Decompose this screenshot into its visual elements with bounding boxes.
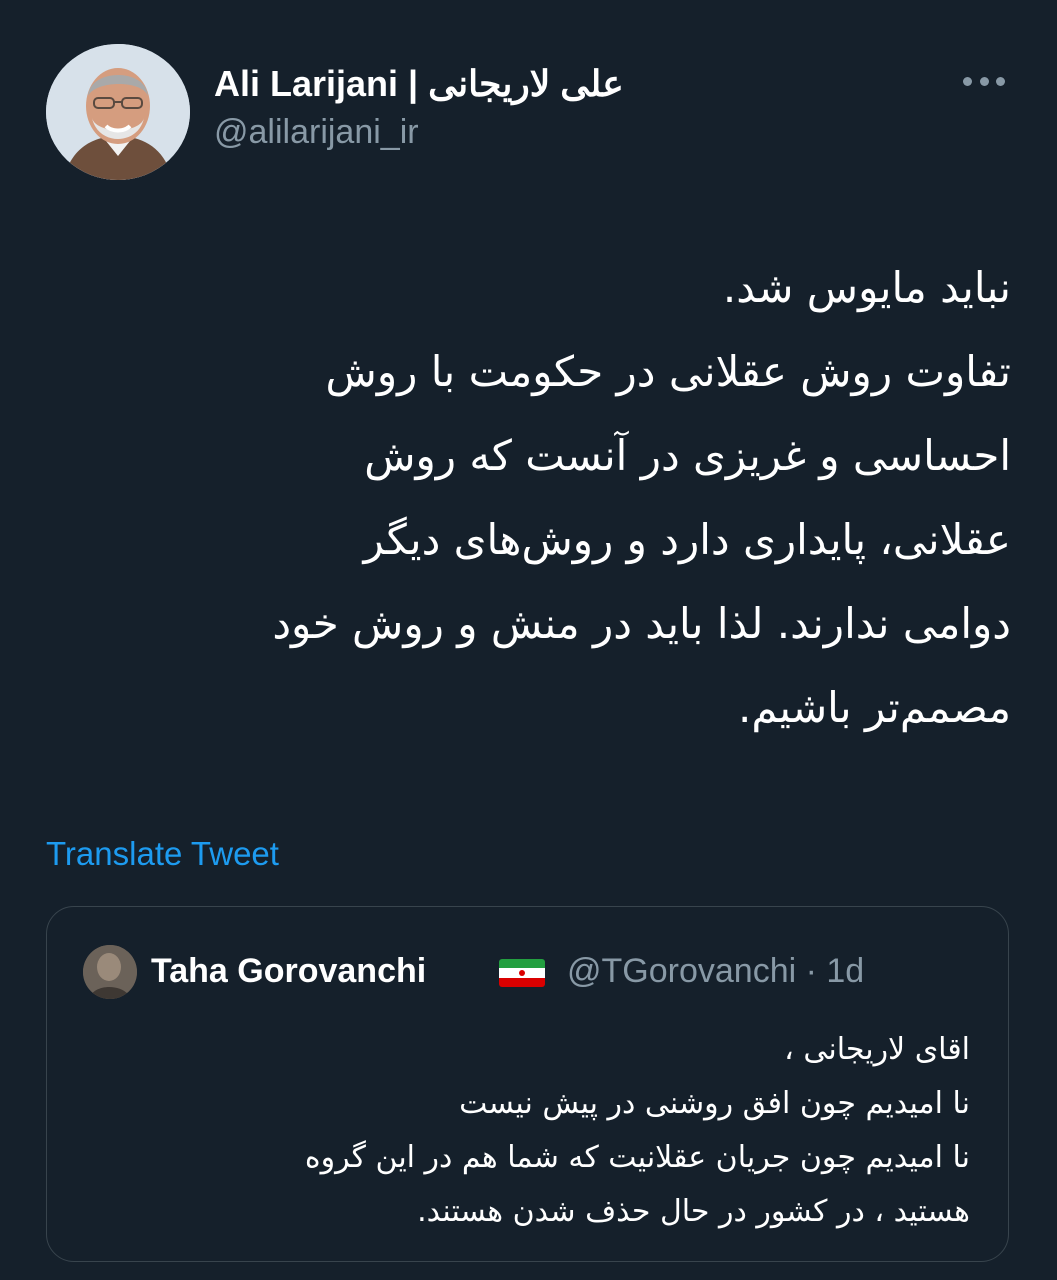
dot: [996, 76, 1005, 86]
quoted-timestamp[interactable]: 1d: [826, 952, 864, 990]
tweet-line: دوامی ندارند. لذا باید در منش و روش خود: [272, 599, 1011, 648]
meta-separator: ·: [805, 952, 817, 990]
author-avatar[interactable]: [46, 44, 190, 180]
author-handle[interactable]: @alilarijani_ir: [214, 108, 624, 156]
dot: [963, 76, 972, 86]
quoted-author-avatar[interactable]: [83, 945, 137, 999]
quoted-line: اقای لاریجانی ،: [784, 1032, 970, 1067]
tweet-body: نباید مایوس شد. تفاوت روش عقلانی در حکوم…: [46, 246, 1011, 750]
tweet-line: احساسی و غریزی در آنست که روش: [364, 431, 1011, 480]
quoted-line: نا امیدیم چون افق روشنی در پیش نیست: [459, 1086, 970, 1121]
dot: [979, 76, 989, 86]
author-names: Ali Larijani | علی لاریجانی @alilarijani…: [214, 62, 624, 156]
more-options-icon[interactable]: [963, 72, 1005, 90]
tweet-line: مصمم‌تر باشیم.: [737, 683, 1011, 732]
tweet-line: عقلانی، پایداری دارد و روش‌های دیگر: [363, 515, 1011, 564]
quoted-meta: @TGorovanchi · 1d: [567, 949, 864, 993]
tweet-line: نباید مایوس شد.: [722, 263, 1011, 312]
profile-photo-icon: [46, 44, 190, 180]
tweet-line: تفاوت روش عقلانی در حکومت با روش: [325, 347, 1011, 396]
iran-flag-icon: [499, 959, 545, 987]
quoted-tweet-card[interactable]: Taha Gorovanchi @TGorovanchi · 1d اقای ل…: [46, 906, 1009, 1262]
tweet-header: Ali Larijani | علی لاریجانی @alilarijani…: [46, 44, 1011, 184]
translate-tweet-link[interactable]: Translate Tweet: [46, 832, 279, 876]
quoted-line: نا امیدیم چون جریان عقلانیت که شما هم در…: [304, 1140, 970, 1175]
quoted-tweet-body: اقای لاریجانی ، نا امیدیم چون افق روشنی …: [80, 1023, 970, 1239]
quoted-author-name[interactable]: Taha Gorovanchi: [151, 949, 426, 993]
quoted-line: هستید ، در کشور در حال حذف شدن هستند.: [417, 1194, 970, 1229]
author-display-name[interactable]: Ali Larijani | علی لاریجانی: [214, 62, 624, 106]
quoted-author-handle[interactable]: @TGorovanchi: [567, 952, 796, 990]
profile-photo-icon: [83, 945, 137, 999]
